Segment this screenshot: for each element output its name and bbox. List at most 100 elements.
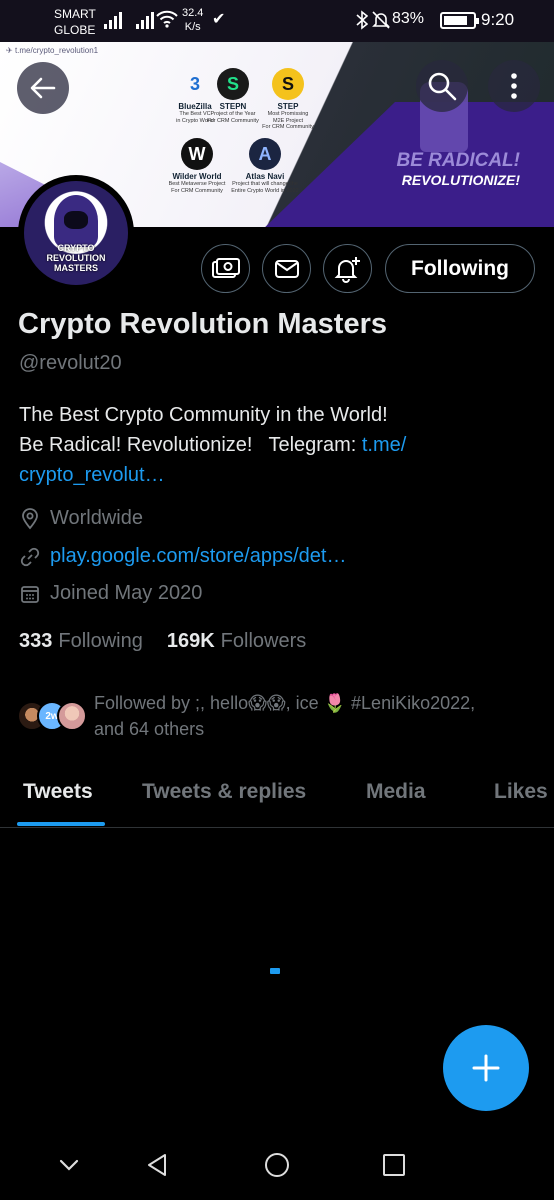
speed-unit: K/s xyxy=(184,21,201,33)
status-bar: SMART GLOBE 32.4 K/s ✔ 83% 9:20 xyxy=(0,0,554,42)
follower-avatar xyxy=(57,701,87,731)
tab-likes[interactable]: Likes xyxy=(494,780,548,804)
bio-line-2: Be Radical! Revolutionize! Telegram: t.me… xyxy=(19,430,539,460)
banner-logo-step: S STEP Most Promissing M2E Project For C… xyxy=(247,68,329,131)
tile-sub: Project that will change the xyxy=(232,181,298,187)
mute-bell-icon xyxy=(372,10,390,36)
followers-label: Followers xyxy=(220,630,307,652)
more-vertical-icon xyxy=(511,73,517,99)
profile-bio: The Best Crypto Community in the World! … xyxy=(19,400,539,490)
chevron-down-icon xyxy=(59,1159,79,1171)
battery-percent: 83% xyxy=(392,10,425,27)
banner-telegram-link: ✈ t.me/crypto_revolution1 xyxy=(6,46,99,55)
step-logo-icon: S xyxy=(272,68,304,100)
tile-name: Atlas Navi xyxy=(245,172,285,181)
tab-tweets-and-replies[interactable]: Tweets & replies xyxy=(142,780,306,804)
profile-joined: Joined May 2020 xyxy=(19,582,202,605)
slogan-line-2: REVOLUTIONIZE! xyxy=(401,172,520,188)
avatar-text-line: MASTERS xyxy=(53,263,98,273)
more-options-button[interactable] xyxy=(488,60,540,112)
bio-telegram-link-continued[interactable]: crypto_revolut… xyxy=(19,460,539,490)
carrier-line-2: GLOBE xyxy=(54,23,96,37)
calendar-icon xyxy=(19,583,41,605)
signal-icon xyxy=(104,11,122,29)
avatar-text-line: REVOLUTION xyxy=(46,253,106,263)
compose-tweet-button[interactable] xyxy=(443,1025,529,1111)
following-button[interactable]: Following xyxy=(385,244,535,293)
bio-telegram-link[interactable]: t.me/ xyxy=(362,434,406,456)
clock: 9:20 xyxy=(481,10,515,29)
bell-plus-icon xyxy=(334,256,360,283)
followed-by-section[interactable]: 2w Followed by ;, hello😱😱, ice 🌷 #LeniKi… xyxy=(17,690,537,746)
wifi-icon xyxy=(156,10,178,34)
system-navigation-bar xyxy=(0,1130,554,1200)
profile-name: Crypto Revolution Masters xyxy=(18,308,387,340)
battery-fill xyxy=(444,16,467,25)
notifications-button[interactable] xyxy=(323,244,372,293)
bio-text: Telegram: xyxy=(268,434,357,456)
following-label: Following xyxy=(58,630,143,652)
followers-count: 169K xyxy=(166,630,215,652)
location-pin-icon xyxy=(19,507,41,530)
bio-text: Be Radical! Revolutionize! xyxy=(19,434,253,456)
website-link[interactable]: play.google.com/store/apps/det… xyxy=(50,545,346,568)
money-icon xyxy=(211,257,240,278)
carrier-label: SMART GLOBE xyxy=(54,6,96,38)
slogan-line-1: BE RADICAL! xyxy=(396,150,521,171)
tile-sub: Entire Crypto World in 2022 xyxy=(231,187,299,194)
carrier-line-1: SMART xyxy=(54,7,96,21)
network-speed: 32.4 K/s xyxy=(182,6,203,34)
triangle-back-icon xyxy=(148,1154,166,1176)
profile-website: play.google.com/store/apps/det… xyxy=(19,545,346,568)
followed-by-line-1: Followed by ;, hello😱😱, ice 🌷 #LeniKiko2… xyxy=(94,693,476,713)
following-count-link[interactable]: 333 Following xyxy=(19,630,143,653)
active-tab-indicator xyxy=(17,822,105,826)
followed-by-line-2: and 64 others xyxy=(94,719,205,739)
follow-counts: 333 Following 169K Followers xyxy=(19,630,306,653)
joined-text: Joined May 2020 xyxy=(50,582,203,604)
collapse-nav-button[interactable] xyxy=(54,1150,84,1180)
wilder-world-logo-icon: W xyxy=(181,138,213,170)
avatar-face-shape xyxy=(64,211,88,229)
avatar-text-line: CRYPTO xyxy=(57,243,95,253)
profile-tabs: Tweets Tweets & replies Media Likes xyxy=(0,768,554,828)
loading-indicator xyxy=(270,968,280,974)
nav-recents-button[interactable] xyxy=(379,1150,409,1180)
square-recents-icon xyxy=(383,1154,405,1176)
nav-back-button[interactable] xyxy=(143,1150,173,1180)
bio-line-1: The Best Crypto Community in the World! xyxy=(19,404,388,426)
banner-slogan: BE RADICAL! REVOLUTIONIZE! xyxy=(397,150,521,188)
profile-avatar[interactable]: CRYPTO REVOLUTION MASTERS xyxy=(18,175,134,291)
avatar-image: CRYPTO REVOLUTION MASTERS xyxy=(24,181,128,285)
envelope-icon xyxy=(274,259,299,278)
tab-media[interactable]: Media xyxy=(366,780,426,804)
atlas-navi-logo-icon: A xyxy=(249,138,281,170)
profile-handle: @revolut20 xyxy=(19,352,122,374)
search-button[interactable] xyxy=(416,60,468,112)
tip-button[interactable] xyxy=(201,244,250,293)
tab-tweets[interactable]: Tweets xyxy=(23,780,93,804)
tile-sub: For CRM Community xyxy=(262,124,314,130)
avatar-text: CRYPTO REVOLUTION MASTERS xyxy=(24,243,128,273)
banner-telegram-text: t.me/crypto_revolution1 xyxy=(14,46,99,55)
stepn-logo-icon: S xyxy=(217,68,249,100)
following-count: 333 xyxy=(19,630,53,652)
banner-logo-atlas-navi: A Atlas Navi Project that will change th… xyxy=(224,138,306,194)
speed-value: 32.4 xyxy=(182,7,204,19)
circle-home-icon xyxy=(265,1153,289,1177)
location-text: Worldwide xyxy=(50,507,143,529)
plus-icon xyxy=(472,1054,500,1082)
nav-home-button[interactable] xyxy=(262,1150,292,1180)
tile-name: STEP xyxy=(277,102,299,111)
bluetooth-icon xyxy=(356,10,369,36)
battery-icon xyxy=(440,12,479,29)
followers-count-link[interactable]: 169K Followers xyxy=(167,630,306,653)
signal-icon xyxy=(136,11,154,29)
back-button[interactable] xyxy=(17,62,69,114)
back-arrow-icon xyxy=(30,77,56,99)
check-icon: ✔ xyxy=(212,11,226,28)
followed-by-text: Followed by ;, hello😱😱, ice 🌷 #LeniKiko2… xyxy=(94,690,544,742)
profile-location: Worldwide xyxy=(19,507,143,530)
message-button[interactable] xyxy=(262,244,311,293)
search-icon xyxy=(428,72,457,101)
